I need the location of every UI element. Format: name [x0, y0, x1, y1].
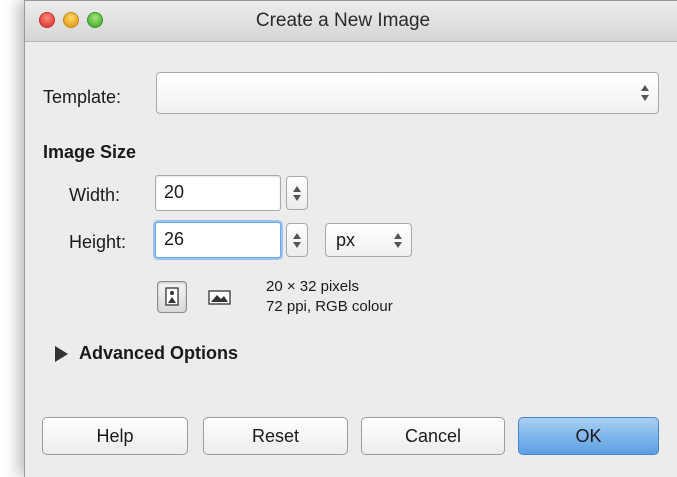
step-down-icon [293, 242, 301, 248]
landscape-button[interactable] [205, 285, 235, 311]
title-bar: Create a New Image [25, 1, 677, 42]
size-info: 20 × 32 pixels 72 ppi, RGB colour [266, 277, 393, 317]
step-up-icon [293, 186, 301, 192]
disclosure-triangle-icon[interactable] [55, 346, 68, 362]
reset-button[interactable]: Reset [203, 417, 348, 455]
chevron-up-icon [394, 233, 402, 239]
cancel-button[interactable]: Cancel [361, 417, 505, 455]
step-down-icon [293, 195, 301, 201]
advanced-options-toggle[interactable]: Advanced Options [79, 343, 238, 364]
height-value: 26 [164, 229, 185, 249]
pixel-size-text: 20 × 32 pixels [266, 278, 359, 295]
unit-select[interactable]: px [325, 223, 412, 257]
template-label: Template: [43, 87, 122, 107]
width-value: 20 [164, 182, 185, 202]
resolution-text: 72 ppi, RGB colour [266, 298, 393, 315]
new-image-dialog: Create a New Image Template: Image Size … [24, 0, 677, 477]
window-title: Create a New Image [255, 10, 431, 31]
chevron-down-icon [641, 95, 649, 101]
portrait-button[interactable] [157, 281, 187, 313]
portrait-icon [165, 287, 179, 306]
chevron-up-icon [641, 85, 649, 91]
height-label: Height: [69, 232, 127, 252]
width-label: Width: [69, 185, 121, 205]
image-size-heading: Image Size [43, 142, 137, 162]
width-input[interactable]: 20 [155, 175, 281, 211]
template-select[interactable] [156, 72, 659, 114]
ok-button[interactable]: OK [518, 417, 659, 455]
chevron-down-icon [394, 242, 402, 248]
height-stepper[interactable] [286, 223, 308, 257]
height-input[interactable]: 26 [155, 222, 281, 258]
step-up-icon [293, 233, 301, 239]
landscape-icon [208, 290, 231, 305]
unit-value: px [336, 230, 356, 250]
help-button[interactable]: Help [42, 417, 188, 455]
width-stepper[interactable] [286, 176, 308, 210]
